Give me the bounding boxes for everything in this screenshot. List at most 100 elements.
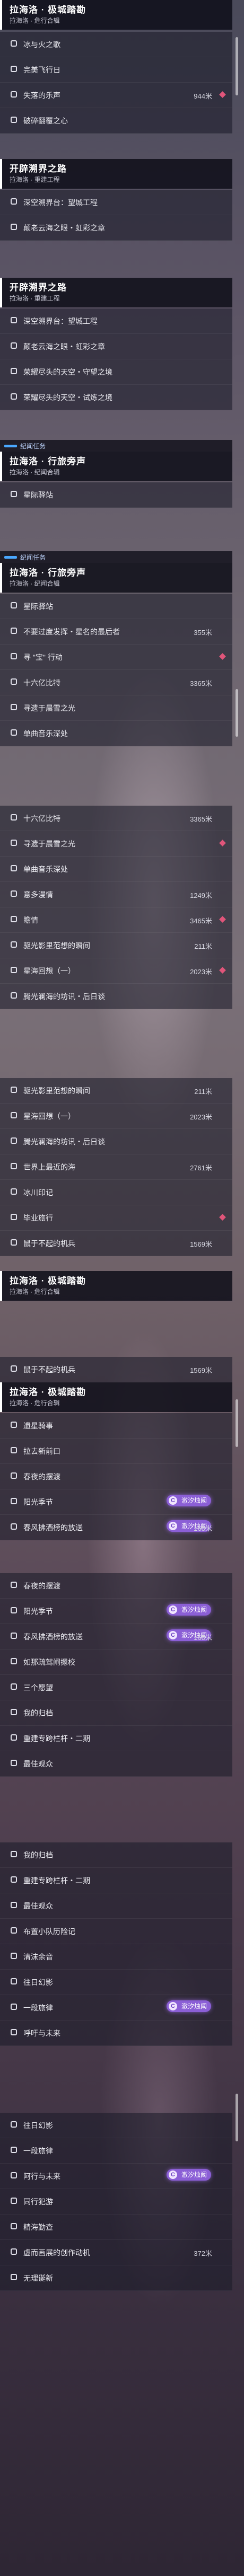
checkbox-icon[interactable] <box>11 117 17 123</box>
checkbox-icon[interactable] <box>11 317 17 323</box>
checkbox-icon[interactable] <box>11 1760 17 1766</box>
checkbox-icon[interactable] <box>11 1365 17 1372</box>
checkbox-icon[interactable] <box>11 1709 17 1715</box>
checkbox-icon[interactable] <box>11 2274 17 2280</box>
quest-list-item[interactable]: 重建专跨栏杆・二期 <box>0 1726 232 1751</box>
checkbox-icon[interactable] <box>11 704 17 710</box>
checkbox-icon[interactable] <box>11 1087 17 1093</box>
checkbox-icon[interactable] <box>11 2172 17 2178</box>
checkbox-icon[interactable] <box>11 1188 17 1195</box>
checkbox-icon[interactable] <box>11 2248 17 2255</box>
checkbox-icon[interactable] <box>11 66 17 72</box>
quest-list-item[interactable]: 无理诞新 <box>0 2265 232 2291</box>
checkbox-icon[interactable] <box>11 2004 17 2010</box>
quest-list-item[interactable]: 精海勤查 <box>0 2215 232 2240</box>
event-badge[interactable]: C 澈汐烛阈 <box>166 2000 211 2012</box>
quest-list-item[interactable]: 同行犯游 <box>0 2189 232 2215</box>
quest-list-item[interactable]: 意多漫情 1249米 <box>0 882 232 907</box>
quest-list-item[interactable]: 往日幻影 <box>0 2113 232 2138</box>
checkbox-icon[interactable] <box>11 1498 17 1504</box>
checkbox-icon[interactable] <box>11 491 17 497</box>
checkbox-icon[interactable] <box>11 1953 17 1959</box>
checkbox-icon[interactable] <box>11 865 17 871</box>
checkbox-icon[interactable] <box>11 602 17 608</box>
quest-list-item[interactable]: 荣耀尽头的天空・守望之境 <box>0 359 232 385</box>
checkbox-icon[interactable] <box>11 1633 17 1639</box>
quest-list-item[interactable]: 拉去新前曰 <box>0 1439 232 1464</box>
quest-list-item[interactable]: 往日幻影 <box>0 1970 232 1995</box>
quest-list-item[interactable]: 寻 "宝" 行动 <box>0 645 232 670</box>
quest-list-item[interactable]: 星际驿站 <box>0 482 232 508</box>
quest-list-item[interactable]: 腾光澜海的坊讯・后日谈 <box>0 984 232 1009</box>
quest-group-header[interactable]: 拉海洛 · 极城踏勘 拉海洛 · 危行合辑 <box>0 1271 232 1301</box>
quest-list-item[interactable]: 重建专跨栏杆・二期 <box>0 1868 232 1893</box>
scrollbar-thumb[interactable] <box>236 689 238 737</box>
checkbox-icon[interactable] <box>11 1978 17 1984</box>
checkbox-icon[interactable] <box>11 1214 17 1220</box>
checkbox-icon[interactable] <box>11 1607 17 1613</box>
quest-list-item[interactable]: 瞻情 3465米 <box>0 907 232 933</box>
quest-list-item[interactable]: 寻遗于晨雪之光 <box>0 695 232 721</box>
quest-list-item[interactable]: 驱光影里范想的瞬间 211米 <box>0 1078 232 1104</box>
checkbox-icon[interactable] <box>11 941 17 948</box>
checkbox-icon[interactable] <box>11 1422 17 1428</box>
track-pin-icon[interactable] <box>219 840 226 846</box>
quest-list-item[interactable]: 星海回想（一） 2023米 <box>0 958 232 984</box>
checkbox-icon[interactable] <box>11 40 17 47</box>
quest-group-header[interactable]: 拉海洛 · 极城踏勘 拉海洛 · 危行合辑 <box>0 0 232 30</box>
checkbox-icon[interactable] <box>11 967 17 973</box>
checkbox-icon[interactable] <box>11 2029 17 2035</box>
checkbox-icon[interactable] <box>11 814 17 821</box>
quest-list-item[interactable]: 我的归档 <box>0 1700 232 1726</box>
checkbox-icon[interactable] <box>11 1472 17 1479</box>
checkbox-icon[interactable] <box>11 2147 17 2153</box>
quest-list-item[interactable]: 单曲音乐深处 <box>0 721 232 746</box>
quest-list-item[interactable]: 寻遗于晨雪之光 <box>0 831 232 857</box>
quest-group-header[interactable]: 拉海洛 · 行旅旁声 拉海洛 · 纪闻合辑 <box>0 563 232 593</box>
checkbox-icon[interactable] <box>11 729 17 736</box>
checkbox-icon[interactable] <box>11 1112 17 1118</box>
quest-group-header[interactable]: 拉海洛 · 行旅旁声 拉海洛 · 纪闻合辑 <box>0 452 232 481</box>
checkbox-icon[interactable] <box>11 1447 17 1453</box>
checkbox-icon[interactable] <box>11 653 17 659</box>
checkbox-icon[interactable] <box>11 393 17 400</box>
scrollbar-thumb[interactable] <box>236 2094 238 2141</box>
quest-list-item[interactable]: 鼠于不起的机兵 1569米 <box>0 1357 232 1382</box>
checkbox-icon[interactable] <box>11 1876 17 1883</box>
quest-list-item[interactable]: 单曲音乐深处 <box>0 857 232 882</box>
quest-list-item[interactable]: 春风拂酒榜的放送 C 澈汐烛阈 168米 <box>0 1515 232 1540</box>
checkbox-icon[interactable] <box>11 2198 17 2204</box>
quest-list-item[interactable]: 十六亿比特 3365米 <box>0 806 232 831</box>
quest-list-item[interactable]: 一段旅律 <box>0 2138 232 2164</box>
quest-list-item[interactable]: 不要过度发挥・星名的最后者 355米 <box>0 619 232 645</box>
checkbox-icon[interactable] <box>11 1927 17 1934</box>
scrollbar-thumb[interactable] <box>236 1399 238 1447</box>
quest-list-item[interactable]: 遗星骑事 <box>0 1413 232 1439</box>
quest-list-item[interactable]: 一段旅律 C 澈汐烛阈 <box>0 1995 232 2021</box>
quest-list-item[interactable]: 清沫余音 <box>0 1944 232 1970</box>
event-badge[interactable]: C 澈汐烛阈 <box>166 1604 211 1616</box>
quest-list-item[interactable]: 最佳观众 <box>0 1893 232 1919</box>
quest-list-item[interactable]: 虚而画展的创作动机 372米 <box>0 2240 232 2265</box>
quest-list-item[interactable]: 最佳观众 <box>0 1751 232 1777</box>
checkbox-icon[interactable] <box>11 91 17 98</box>
quest-list-item[interactable]: 颠老云海之眼・虹彩之章 <box>0 215 232 241</box>
quest-list-item[interactable]: 布置小队历险记 <box>0 1919 232 1944</box>
checkbox-icon[interactable] <box>11 678 17 685</box>
track-pin-icon[interactable] <box>219 91 226 98</box>
quest-group-header[interactable]: 拉海洛 · 极城踏勘 拉海洛 · 危行合辑 <box>0 1382 232 1412</box>
checkbox-icon[interactable] <box>11 342 17 349</box>
checkbox-icon[interactable] <box>11 1163 17 1169</box>
event-badge[interactable]: C 澈汐烛阈 <box>166 1495 211 1506</box>
checkbox-icon[interactable] <box>11 1902 17 1908</box>
checkbox-icon[interactable] <box>11 1734 17 1741</box>
track-pin-icon[interactable] <box>219 967 226 974</box>
quest-list-item[interactable]: 十六亿比特 3365米 <box>0 670 232 695</box>
checkbox-icon[interactable] <box>11 916 17 922</box>
scrollbar-thumb[interactable] <box>236 37 238 95</box>
quest-list-item[interactable]: 阿行与未来 C 澈汐烛阈 <box>0 2164 232 2189</box>
quest-list-item[interactable]: 腾光澜海的坊讯・后日谈 <box>0 1129 232 1154</box>
quest-list-item[interactable]: 我的归档 <box>0 1842 232 1868</box>
quest-list-item[interactable]: 如那疏驾闸摁校 <box>0 1649 232 1675</box>
quest-list-item[interactable]: 冰与火之歌 <box>0 32 232 57</box>
